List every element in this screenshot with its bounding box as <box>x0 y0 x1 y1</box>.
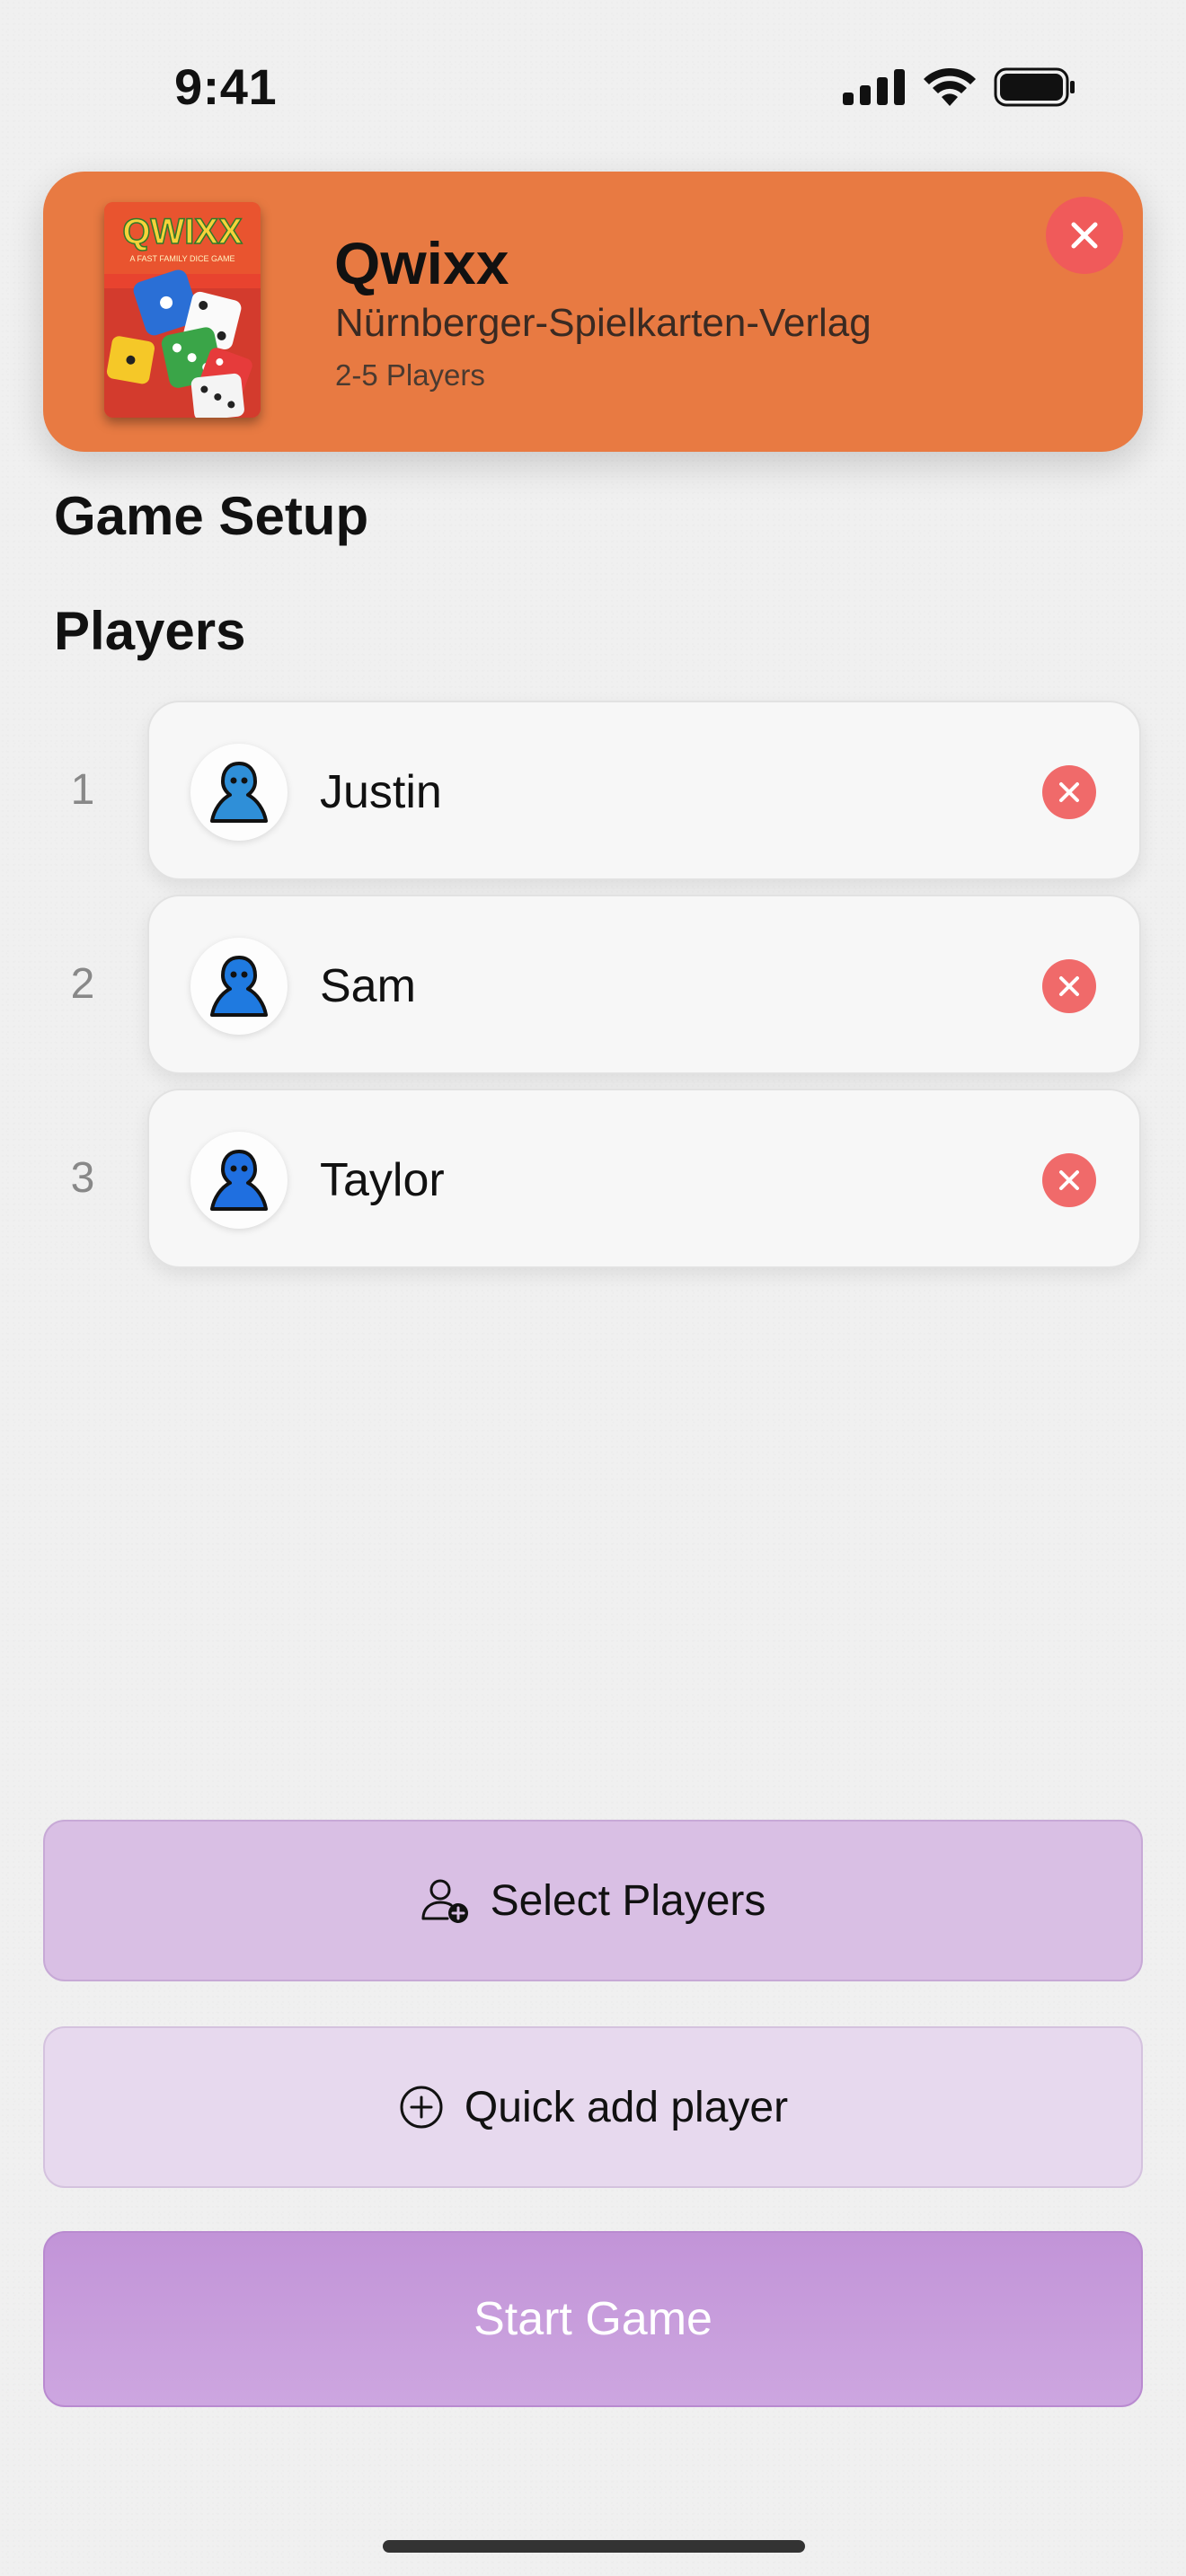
player-number: 2 <box>70 960 95 1008</box>
start-game-button[interactable]: Start Game <box>43 2231 1143 2407</box>
xmark-icon <box>1059 1170 1079 1190</box>
select-players-button[interactable]: Select Players <box>43 1820 1143 1981</box>
person-plus-icon <box>421 1879 468 1923</box>
player-name: Taylor <box>320 1154 445 1206</box>
game-header-card: QWIXX A FAST FAMILY DICE GAME Qwixx Nürn… <box>43 172 1143 452</box>
start-game-label: Start Game <box>474 2293 712 2345</box>
player-row: 2 Sam <box>0 895 1186 1074</box>
home-indicator[interactable] <box>383 2540 805 2553</box>
remove-player-button[interactable] <box>1042 1153 1096 1207</box>
player-name: Sam <box>320 960 416 1012</box>
xmark-icon <box>1071 222 1098 249</box>
status-time: 9:41 <box>174 58 278 115</box>
player-name: Justin <box>320 766 442 818</box>
signal-icon <box>843 69 905 105</box>
close-game-button[interactable] <box>1046 197 1123 274</box>
meeple-icon <box>210 762 268 823</box>
game-box-art: QWIXX A FAST FAMILY DICE GAME <box>104 202 261 418</box>
game-title: Qwixx <box>334 230 509 296</box>
box-title: QWIXX <box>122 212 243 251</box>
player-number: 1 <box>70 766 95 814</box>
players-heading: Players <box>54 601 246 661</box>
meeple-icon <box>210 956 268 1017</box>
box-tagline: A FAST FAMILY DICE GAME <box>129 254 235 263</box>
player-avatar <box>190 1132 288 1229</box>
status-icons <box>843 65 1076 110</box>
game-publisher: Nürnberger-Spielkarten-Verlag <box>335 301 872 345</box>
game-player-count: 2-5 Players <box>335 358 485 392</box>
player-card[interactable]: Justin <box>147 701 1141 880</box>
meeple-icon <box>210 1150 268 1211</box>
wifi-icon <box>924 68 976 106</box>
player-row: 1 Justin <box>0 701 1186 880</box>
remove-player-button[interactable] <box>1042 959 1096 1013</box>
player-row: 3 Taylor <box>0 1089 1186 1268</box>
player-card[interactable]: Sam <box>147 895 1141 1074</box>
xmark-icon <box>1059 782 1079 802</box>
quick-add-player-label: Quick add player <box>464 2083 789 2131</box>
remove-player-button[interactable] <box>1042 765 1096 819</box>
battery-icon <box>994 67 1075 107</box>
quick-add-player-button[interactable]: Quick add player <box>43 2026 1143 2188</box>
player-number: 3 <box>70 1154 95 1202</box>
plus-circle-icon <box>400 2086 443 2129</box>
xmark-icon <box>1059 976 1079 996</box>
select-players-label: Select Players <box>490 1876 766 1925</box>
player-avatar <box>190 744 288 841</box>
game-setup-heading: Game Setup <box>54 486 369 546</box>
player-card[interactable]: Taylor <box>147 1089 1141 1268</box>
player-avatar <box>190 938 288 1035</box>
